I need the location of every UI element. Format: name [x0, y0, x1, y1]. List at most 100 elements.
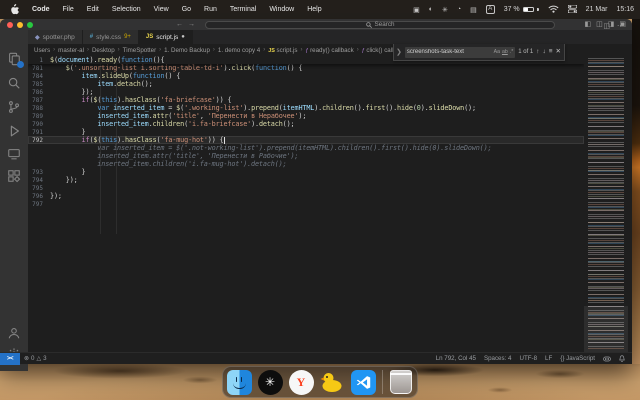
code-line[interactable]: 793 } — [28, 168, 584, 176]
code-text: if($(this).hasClass('fa-mug-hot')) { — [81, 136, 226, 144]
code-line[interactable]: inserted_item.attr('title', 'Перенести в… — [28, 152, 584, 160]
problems-indicator[interactable]: ⊗ 0 △ 3 — [20, 355, 51, 362]
code-line[interactable]: 797 — [28, 200, 584, 208]
extensions-icon[interactable] — [7, 169, 21, 183]
toggle-panel-icon[interactable]: ◫ — [596, 21, 603, 28]
search-view-icon[interactable] — [7, 76, 21, 90]
toggle-replace-icon[interactable]: ❯ — [396, 48, 402, 56]
window-close-button[interactable] — [7, 21, 13, 28]
code-line[interactable]: 788 var inserted_item = $('.working-list… — [28, 104, 584, 112]
breadcrumb-item[interactable]: 1. demo copy 4 — [218, 47, 260, 54]
code-line[interactable]: 795 — [28, 184, 584, 192]
menu-run[interactable]: Run — [204, 6, 217, 13]
split-editor-icon[interactable]: ◫ — [603, 22, 610, 30]
input-source-icon[interactable]: A — [485, 5, 495, 14]
menu-selection[interactable]: Selection — [112, 6, 141, 13]
tab-style.css[interactable]: # style.css 9+ — [82, 30, 139, 44]
menu-help[interactable]: Help — [307, 6, 321, 13]
window-minimize-button[interactable] — [17, 21, 23, 28]
source-control-icon[interactable] — [7, 100, 21, 114]
menu-window[interactable]: Window — [269, 6, 294, 13]
yandex-browser-dock-icon[interactable]: Y — [288, 369, 314, 395]
cyberduck-dock-icon[interactable] — [320, 370, 345, 395]
menu-edit[interactable]: Edit — [87, 6, 99, 13]
code-line[interactable]: 789 inserted_item.attr('title', 'Перенес… — [28, 112, 584, 120]
remote-explorer-icon[interactable] — [7, 147, 21, 161]
cursor-position[interactable]: Ln 792, Col 45 — [432, 355, 480, 362]
eol[interactable]: LF — [541, 355, 556, 362]
breadcrumb-item[interactable]: master-al — [58, 47, 84, 54]
remote-indicator[interactable]: >< — [0, 352, 20, 365]
tab-label: style.css — [96, 33, 122, 41]
menubar-status-icon-2[interactable]: ◐ — [429, 6, 433, 13]
more-actions-icon[interactable]: ⋯ — [617, 22, 624, 30]
code-line[interactable]: 781 $('.unsorting-list i.sorting-table-t… — [28, 64, 584, 72]
window-zoom-button[interactable] — [27, 21, 33, 28]
code-line[interactable]: 786 }); — [28, 88, 584, 96]
breadcrumb-item[interactable]: 1. Demo Backup — [164, 47, 210, 54]
language-mode[interactable]: {} JavaScript — [556, 355, 599, 362]
menu-view[interactable]: View — [154, 6, 169, 13]
menubar-status-icon-1[interactable]: ▣ — [413, 6, 420, 14]
toggle-sidebar-icon[interactable]: ◧ — [585, 21, 592, 28]
tab-script.js[interactable]: JS script.js ● — [138, 30, 193, 44]
menu-terminal[interactable]: Terminal — [230, 6, 256, 13]
notifications-bell-icon[interactable] — [615, 355, 629, 362]
code-line[interactable]: 794 }); — [28, 176, 584, 184]
control-center-icon[interactable] — [567, 4, 577, 15]
finder-dock-icon[interactable] — [226, 369, 252, 395]
match-case-icon[interactable]: Aa — [494, 49, 500, 55]
nav-back-button[interactable]: ← — [176, 20, 183, 29]
apple-menu-icon[interactable] — [10, 4, 19, 15]
code-line[interactable]: 792 if($(this).hasClass('fa-mug-hot')) { — [28, 136, 584, 144]
menu-code[interactable]: Code — [32, 6, 50, 13]
battery-indicator[interactable]: 37 % — [504, 6, 539, 13]
find-close-button[interactable]: ✕ — [556, 47, 561, 57]
vscode-dock-icon[interactable] — [350, 369, 376, 395]
explorer-icon[interactable] — [7, 52, 24, 68]
find-next-button[interactable]: ↓ — [543, 47, 546, 57]
regex-icon[interactable]: .* — [510, 49, 513, 55]
code-line[interactable]: 785 item.detach(); — [28, 80, 584, 88]
find-previous-button[interactable]: ↑ — [536, 47, 539, 57]
code-line[interactable]: 791 } — [28, 128, 584, 136]
command-center-search[interactable]: Search — [205, 20, 555, 29]
indentation[interactable]: Spaces: 4 — [480, 355, 516, 362]
accounts-icon[interactable] — [7, 326, 21, 340]
menubar-status-icon-5[interactable]: ▤ — [470, 6, 477, 14]
code-text: $('.unsorting-list i.sorting-table-td-i'… — [65, 64, 303, 72]
nav-forward-button[interactable]: → — [188, 20, 195, 29]
breadcrumb-item[interactable]: TimeSpotter — [123, 47, 156, 54]
code-editor[interactable]: 1 $(document).ready(function(){781 $('.un… — [28, 56, 584, 352]
menu-go[interactable]: Go — [182, 6, 191, 13]
find-in-selection-button[interactable]: ≡ — [549, 47, 553, 57]
whole-word-icon[interactable]: ab — [502, 49, 508, 55]
breadcrumb-item[interactable]: Users — [34, 47, 50, 54]
menubar-status-icon-4[interactable]: ◔ — [457, 6, 461, 13]
code-line[interactable]: 784 item.slideUp(function() { — [28, 72, 584, 80]
breadcrumb-item[interactable]: Desktop — [92, 47, 115, 54]
menubar-clock[interactable]: 15:16 — [616, 6, 634, 13]
code-line[interactable]: inserted_item.children('i.fa-mug-hot').d… — [28, 160, 584, 168]
breadcrumb-item[interactable]: ƒ ready() callback — [305, 47, 353, 54]
code-line[interactable]: 787 if($(this).hasClass('fa-briefcase'))… — [28, 96, 584, 104]
code-line[interactable]: 796}); — [28, 192, 584, 200]
breadcrumb-item[interactable]: JS script.js — [268, 47, 297, 54]
desktop-wallpaper-edge — [632, 19, 640, 364]
wifi-icon[interactable] — [548, 5, 559, 15]
run-debug-icon[interactable] — [7, 124, 21, 138]
tab-spotter.php[interactable]: ◆ spotter.php — [28, 30, 83, 44]
copilot-icon[interactable] — [599, 356, 615, 362]
code-line[interactable]: var inserted_item = $('.not-working-list… — [28, 144, 584, 152]
find-input[interactable]: screenshots-task-text Aa ab .* — [404, 46, 516, 58]
chatgpt-dock-icon[interactable]: ✳ — [257, 369, 283, 395]
encoding[interactable]: UTF-8 — [515, 355, 541, 362]
trash-dock-icon[interactable] — [389, 369, 414, 395]
menubar-date[interactable]: 21 Mar — [586, 6, 608, 13]
find-query[interactable]: screenshots-task-text — [407, 49, 492, 55]
minimap-slider[interactable] — [584, 306, 628, 352]
menubar-status-icon-3[interactable]: ✳ — [442, 6, 448, 14]
code-line[interactable]: 790 inserted_item.children('i.fa-briefca… — [28, 120, 584, 128]
menu-file[interactable]: File — [63, 6, 74, 13]
minimap[interactable] — [584, 56, 628, 352]
